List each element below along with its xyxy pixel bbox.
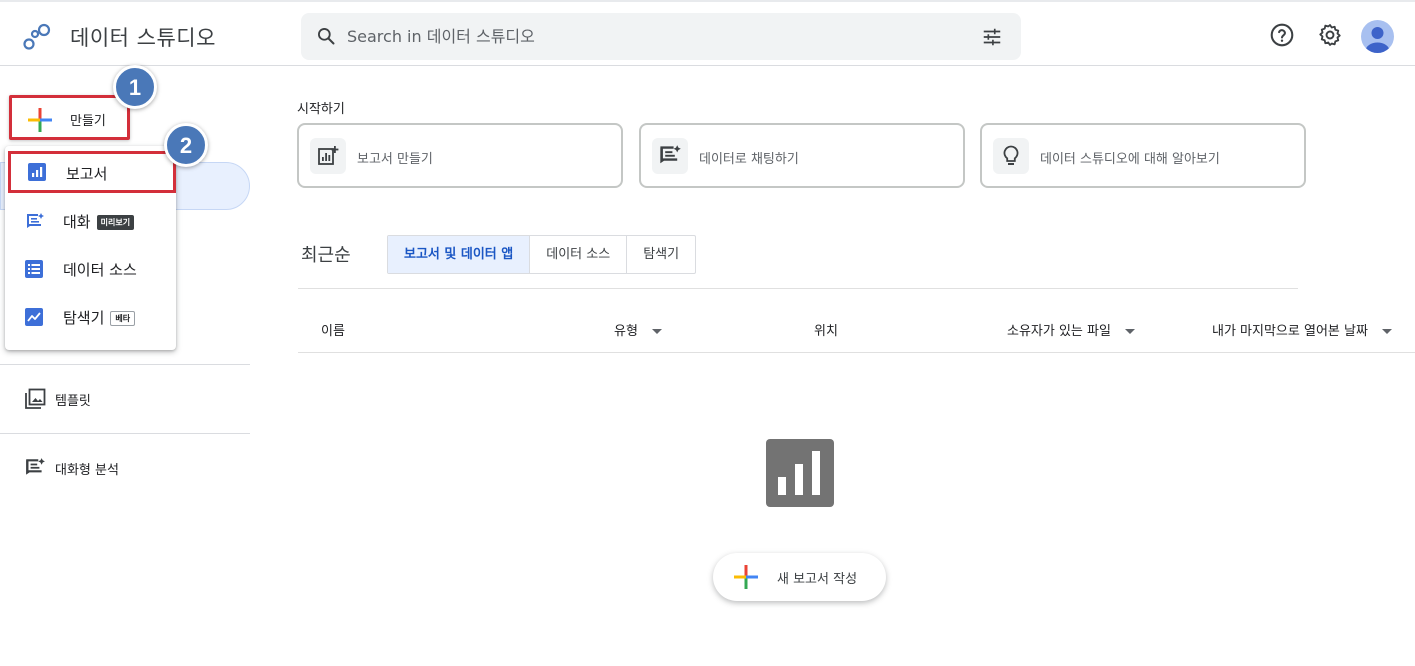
data-studio-logo-icon[interactable] (22, 22, 52, 52)
account-avatar[interactable] (1361, 20, 1394, 53)
settings-gear-icon[interactable] (1317, 22, 1343, 48)
empty-state-report-icon (766, 439, 834, 507)
menu-item-label: 보고서 (66, 165, 108, 183)
create-button-label: 만들기 (70, 114, 106, 129)
menu-item-label: 대화 미리보기 (63, 211, 135, 232)
create-button[interactable]: 만들기 (9, 95, 130, 140)
divider (298, 288, 1298, 289)
menu-item-label: 데이터 소스 (63, 261, 137, 279)
sidebar-item-conversational-analysis[interactable]: 대화형 분석 (24, 455, 244, 483)
list-icon (25, 260, 43, 278)
menu-item-label: 탐색기 베타 (63, 307, 136, 328)
colorful-plus-icon (734, 565, 758, 589)
start-card-chat-with-data[interactable]: 데이터로 채팅하기 (639, 123, 965, 188)
app-title[interactable]: 데이터 스튜디오 (70, 22, 216, 52)
step-badge-1: 1 (113, 65, 157, 109)
sidebar-item-templates[interactable]: 템플릿 (24, 386, 244, 414)
search-bar[interactable] (301, 13, 1021, 60)
top-app-bar: 데이터 스튜디오 (0, 0, 1415, 66)
start-card-label: 보고서 만들기 (357, 152, 433, 167)
menu-item-data-source[interactable]: 데이터 소스 (5, 248, 176, 290)
new-report-button[interactable]: 새 보고서 작성 (713, 553, 886, 601)
column-header-location[interactable]: 위치 (814, 320, 838, 339)
template-icon (25, 388, 46, 409)
dropdown-caret-icon (1381, 329, 1392, 334)
sidebar-divider (0, 433, 250, 434)
column-header-type[interactable]: 유형 (614, 320, 662, 339)
tab-reports-and-data-apps[interactable]: 보고서 및 데이터 앱 (388, 236, 531, 273)
menu-item-report[interactable]: 보고서 (8, 151, 176, 193)
beta-tag: 베타 (110, 311, 136, 326)
help-icon[interactable] (1269, 22, 1295, 48)
colorful-plus-icon (28, 108, 52, 132)
column-header-owner[interactable]: 소유자가 있는 파일 (1007, 320, 1135, 339)
search-input[interactable] (347, 23, 947, 49)
column-header-last-opened[interactable]: 내가 마지막으로 열어본 날짜 (1212, 320, 1392, 339)
sidebar-item-label: 대화형 분석 (55, 463, 119, 478)
search-icon (318, 28, 335, 45)
content-type-tabs: 보고서 및 데이터 앱 데이터 소스 탐색기 (387, 235, 697, 274)
tab-explorer[interactable]: 탐색기 (627, 236, 695, 273)
search-options-icon[interactable] (981, 26, 1003, 48)
start-card-learn-data-studio[interactable]: 데이터 스튜디오에 대해 알아보기 (980, 123, 1306, 188)
new-report-label: 새 보고서 작성 (777, 572, 858, 587)
dropdown-caret-icon (1124, 329, 1135, 334)
column-header-name[interactable]: 이름 (321, 320, 345, 339)
start-card-create-report[interactable]: 보고서 만들기 (297, 123, 623, 188)
start-card-label: 데이터로 채팅하기 (699, 152, 799, 167)
menu-item-explorer[interactable]: 탐색기 베타 (5, 296, 176, 338)
preview-tag: 미리보기 (96, 215, 135, 230)
divider (298, 352, 1415, 353)
step-badge-2: 2 (164, 123, 208, 167)
menu-item-conversation[interactable]: 대화 미리보기 (5, 200, 176, 242)
bar-chart-icon (28, 163, 46, 181)
start-card-label: 데이터 스튜디오에 대해 알아보기 (1040, 152, 1220, 167)
chat-spark-icon (27, 213, 44, 228)
tab-data-sources[interactable]: 데이터 소스 (530, 236, 628, 273)
chat-spark-icon (660, 145, 681, 164)
sort-recent-label[interactable]: 최근순 (301, 241, 351, 267)
sidebar-divider (0, 364, 250, 365)
create-menu: 보고서 대화 미리보기 데이터 소스 탐색기 베타 (5, 146, 176, 350)
sidebar-item-label: 템플릿 (55, 394, 91, 409)
add-chart-icon (318, 146, 339, 165)
person-icon (1365, 27, 1390, 53)
dropdown-caret-icon (651, 329, 662, 334)
trend-icon (25, 308, 43, 326)
chat-spark-icon (26, 458, 45, 475)
getting-started-title: 시작하기 (297, 102, 345, 117)
lightbulb-icon (1003, 145, 1019, 165)
